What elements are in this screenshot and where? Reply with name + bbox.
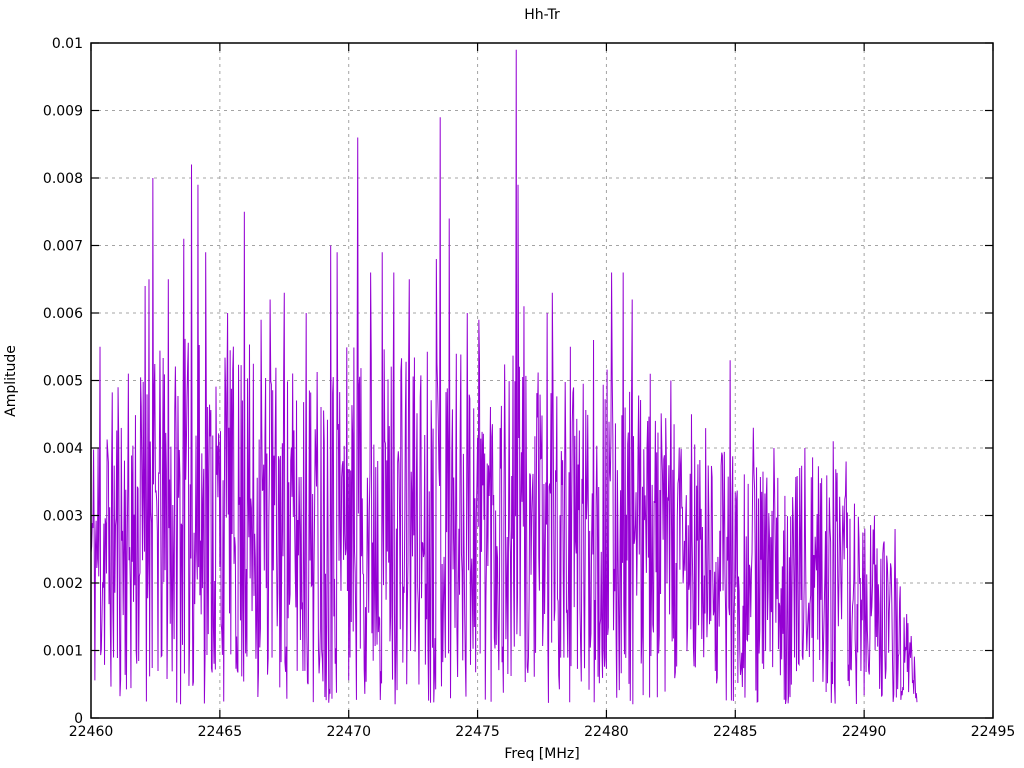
x-tick-label: 22490 xyxy=(842,724,887,740)
x-tick-label: 22470 xyxy=(326,724,371,740)
x-tick-label: 22485 xyxy=(713,724,758,740)
y-tick-label: 0.001 xyxy=(43,644,83,660)
x-tick-label: 22465 xyxy=(198,724,243,740)
x-tick-label: 22480 xyxy=(584,724,629,740)
y-tick-label: 0.006 xyxy=(43,306,83,322)
y-tick-label: 0.002 xyxy=(43,576,83,592)
x-tick-label: 22495 xyxy=(971,724,1016,740)
spectrum-plot: 22460 22465 22470 22475 22480 22485 22490 22495… xyxy=(43,36,1016,740)
spectrum-trace xyxy=(90,49,918,705)
y-tick-label: 0.004 xyxy=(43,441,83,457)
y-tick-label: 0.003 xyxy=(43,509,83,525)
y-tick-label: 0.005 xyxy=(43,374,83,390)
spectrum-figure: Hh-Tr Amplitude Freq [MHz] 22460 22465 224… xyxy=(0,0,1024,768)
y-tick-label: 0.01 xyxy=(52,36,83,52)
y-tick-label: 0.009 xyxy=(43,104,83,120)
y-tick-label: 0.008 xyxy=(43,171,83,187)
y-tick-label: 0.007 xyxy=(43,239,83,255)
spectrum-line xyxy=(90,49,918,705)
y-tick-label: 0 xyxy=(74,711,83,727)
x-tick-label: 22475 xyxy=(455,724,500,740)
